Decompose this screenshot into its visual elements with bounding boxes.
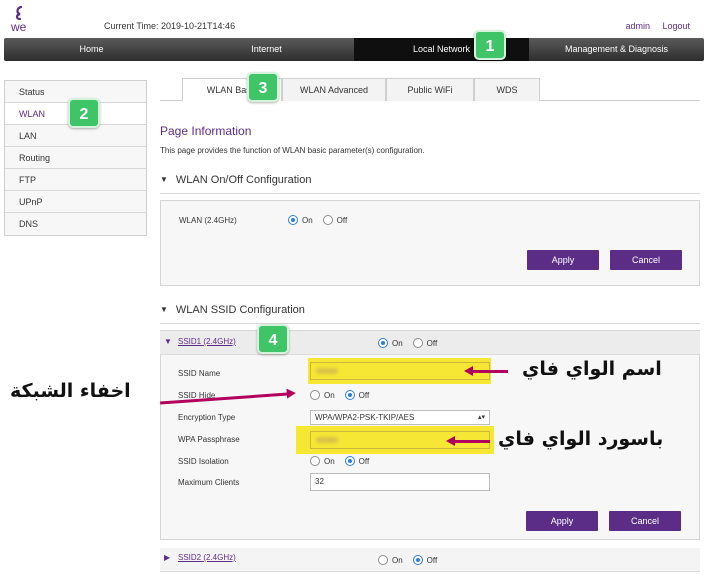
isolation-off-label: Off (358, 456, 370, 466)
ssid-isolation-label: SSID Isolation (178, 457, 229, 466)
radio-empty-icon[interactable] (322, 215, 333, 225)
section-wlan-onoff[interactable]: ▼ WLAN On/Off Configuration (160, 174, 700, 194)
ssid2-on-option[interactable]: On (378, 555, 403, 565)
ssid-hide-off-option[interactable]: Off (344, 390, 370, 400)
wlan-off-label: Off (336, 215, 348, 225)
arrow-left-icon (446, 436, 490, 446)
tab-wds[interactable]: WDS (474, 78, 540, 101)
radio-empty-icon[interactable] (412, 338, 423, 348)
step-badge-1: 1 (474, 30, 506, 60)
ssid1-header[interactable]: ▼ SSID1 (2.4GHz) On Off (160, 331, 700, 355)
radio-selected-icon[interactable] (412, 555, 423, 565)
ssid-hide-off-label: Off (358, 390, 370, 400)
ssid1-cancel-button[interactable]: Cancel (609, 511, 681, 531)
radio-empty-icon[interactable] (310, 456, 320, 466)
ssid2-title[interactable]: SSID2 (2.4GHz) (178, 553, 236, 562)
ssid1-apply-button[interactable]: Apply (526, 511, 598, 531)
ssid-name-label: SSID Name (178, 369, 221, 378)
annotation-hide-network: اخفاء الشبكة (10, 380, 131, 402)
sidebar-item-dns[interactable]: DNS (5, 213, 146, 235)
ssid1-state-radio: On Off (378, 338, 447, 348)
radio-selected-icon[interactable] (344, 456, 355, 466)
arrow-left-icon (464, 366, 508, 376)
ssid1-title[interactable]: SSID1 (2.4GHz) (178, 337, 236, 346)
ssid1-on-label: On (392, 338, 403, 348)
section-title: WLAN On/Off Configuration (175, 174, 312, 186)
encryption-type-label: Encryption Type (178, 413, 236, 422)
ssid2-off-label: Off (426, 555, 438, 565)
section-wlan-ssid[interactable]: ▼ WLAN SSID Configuration (160, 304, 700, 324)
nav-home[interactable]: Home (4, 38, 179, 61)
isolation-on-label: On (324, 456, 335, 466)
passphrase-blurred (316, 437, 338, 443)
caret-down-icon: ▼ (160, 305, 168, 314)
ssid-hide-radio: On Off (310, 390, 379, 400)
step-badge-3: 3 (247, 72, 279, 102)
select-arrows-icon: ▴▾ (477, 414, 485, 421)
wlan-24ghz-label: WLAN (2.4GHz) (179, 216, 237, 225)
radio-empty-icon[interactable] (378, 555, 388, 565)
nav-internet[interactable]: Internet (179, 38, 354, 61)
top-bar: we Current Time: 2019-10-21T14:46 admin … (0, 0, 708, 38)
cancel-button[interactable]: Cancel (610, 250, 682, 270)
logout-link[interactable]: Logout (662, 21, 690, 31)
radio-selected-icon[interactable] (344, 390, 355, 400)
ssid1-off-option[interactable]: Off (412, 338, 438, 348)
encryption-type-value: WPA/WPA2-PSK-TKIP/AES (315, 413, 415, 422)
ssid2-state-radio: On Off (378, 555, 447, 565)
ssid2-off-option[interactable]: Off (412, 555, 438, 565)
svg-text:we: we (10, 20, 27, 34)
encryption-type-select[interactable]: WPA/WPA2-PSK-TKIP/AES ▴▾ (310, 410, 490, 425)
we-logo-icon: we (10, 5, 27, 34)
we-logo: we (8, 4, 38, 34)
caret-right-icon: ▶ (164, 553, 171, 562)
admin-link[interactable]: admin (625, 21, 650, 31)
tab-wlan-advanced[interactable]: WLAN Advanced (282, 78, 386, 101)
sidebar-item-routing[interactable]: Routing (5, 147, 146, 169)
tab-public-wifi[interactable]: Public WiFi (386, 78, 474, 101)
annotation-wifi-name: اسم الواي فاي (522, 358, 662, 380)
wlan-onoff-panel: WLAN (2.4GHz) On Off Apply Cancel (160, 200, 700, 286)
apply-button[interactable]: Apply (527, 250, 599, 270)
caret-down-icon: ▼ (164, 337, 172, 346)
nav-management-diagnosis[interactable]: Management & Diagnosis (529, 38, 704, 61)
wpa-passphrase-label: WPA Passphrase (178, 435, 240, 444)
isolation-on-option[interactable]: On (310, 456, 335, 466)
wlan-radio-group: On Off (288, 215, 357, 225)
tab-bar: WLAN Basic WLAN Advanced Public WiFi WDS (160, 78, 700, 101)
page-description: This page provides the function of WLAN … (160, 146, 425, 155)
main-nav: Home Internet Local Network Management &… (4, 38, 704, 61)
ssid1-off-label: Off (426, 338, 438, 348)
sidebar-item-lan[interactable]: LAN (5, 125, 146, 147)
max-clients-label: Maximum Clients (178, 478, 240, 487)
current-time: Current Time: 2019-10-21T14:46 (104, 21, 236, 31)
radio-empty-icon[interactable] (310, 390, 320, 400)
radio-selected-icon[interactable] (378, 338, 388, 348)
ssid-hide-on-option[interactable]: On (310, 390, 335, 400)
isolation-off-option[interactable]: Off (344, 456, 370, 466)
ssid-name-blurred (316, 368, 338, 374)
step-badge-2: 2 (68, 98, 100, 128)
ssid2-on-label: On (392, 555, 403, 565)
ssid-isolation-radio: On Off (310, 456, 379, 466)
annotation-wifi-password: باسورد الواي فاي (498, 428, 664, 450)
page-title: Page Information (160, 124, 252, 138)
max-clients-input[interactable]: 32 (310, 473, 490, 491)
caret-down-icon: ▼ (160, 175, 168, 184)
wlan-on-label: On (302, 215, 313, 225)
wlan-off-option[interactable]: Off (322, 215, 348, 225)
step-badge-4: 4 (257, 324, 289, 354)
ssid-hide-on-label: On (324, 390, 335, 400)
wlan-on-option[interactable]: On (288, 215, 313, 225)
ssid1-on-option[interactable]: On (378, 338, 403, 348)
sidebar-item-ftp[interactable]: FTP (5, 169, 146, 191)
radio-selected-icon[interactable] (288, 215, 298, 225)
sidebar-item-upnp[interactable]: UPnP (5, 191, 146, 213)
ssid2-header[interactable]: ▶ SSID2 (2.4GHz) On Off (160, 548, 700, 572)
user-links: admin Logout (615, 21, 690, 31)
section-title: WLAN SSID Configuration (175, 304, 305, 316)
